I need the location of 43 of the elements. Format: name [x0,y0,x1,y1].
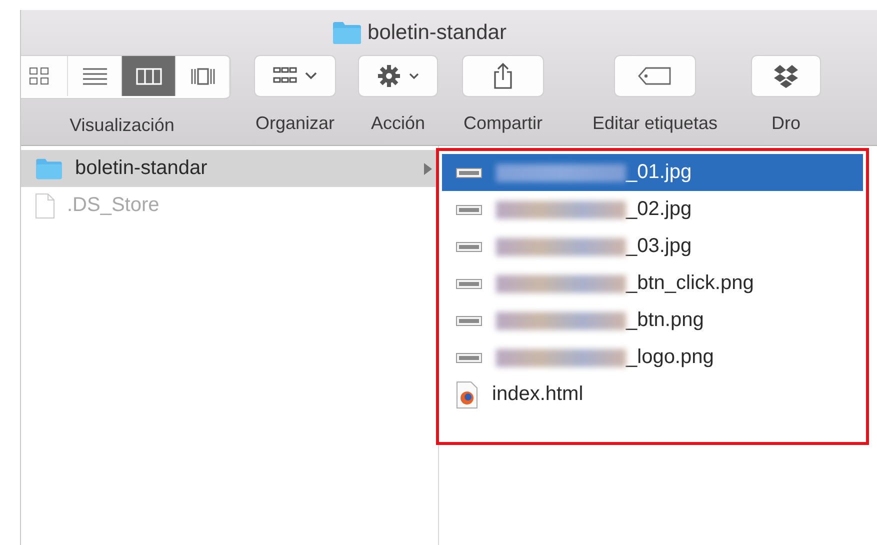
tags-button[interactable] [614,55,696,97]
document-icon [35,192,55,218]
gallery-view-icon [190,66,216,86]
file-row[interactable]: _01.jpg [442,154,863,191]
dropbox-button[interactable] [751,55,821,97]
window-title: boletin-standar [368,20,506,44]
folder-icon [332,20,362,44]
toolbar-label: Dro [771,113,800,134]
list-view-icon [82,66,108,86]
file-row[interactable]: boletin-standar [21,150,438,187]
toolbar-label: Compartir [463,113,542,134]
view-mode-button[interactable] [122,56,176,96]
html-file-icon [456,380,478,408]
toolbar-label: Editar etiquetas [592,113,718,134]
image-thumbnail-icon [456,278,482,288]
column-view-icon [136,66,162,86]
file-row[interactable]: index.html [442,376,863,413]
image-thumbnail-icon [456,316,482,326]
caret-icon [305,72,317,80]
box-logo-icon [773,63,799,89]
file-row[interactable]: _logo.png [442,339,863,376]
disclosure-arrow-icon [424,162,432,174]
grid-icon [273,67,297,85]
action-button[interactable] [358,55,438,97]
image-thumbnail-icon [456,352,482,362]
caret-icon [409,72,419,80]
image-thumbnail-icon [456,168,482,178]
toolbar-label: Organizar [255,113,335,134]
tag-icon [638,67,672,85]
view-mode-control[interactable] [21,55,231,99]
toolbar-label: Visualización [70,115,174,136]
file-row[interactable]: _btn.png [442,302,863,339]
arrange-button[interactable] [254,55,336,97]
share-icon [493,62,513,90]
file-row[interactable]: _btn_click.png [442,265,863,302]
folder-icon [35,158,63,180]
toolbar-label: Acción [370,113,426,134]
image-thumbnail-icon [456,242,482,252]
file-row[interactable]: _03.jpg [442,228,863,265]
image-thumbnail-icon [456,204,482,214]
share-button[interactable] [462,55,544,97]
gear-icon [377,64,401,88]
file-row[interactable]: _02.jpg [442,191,863,228]
